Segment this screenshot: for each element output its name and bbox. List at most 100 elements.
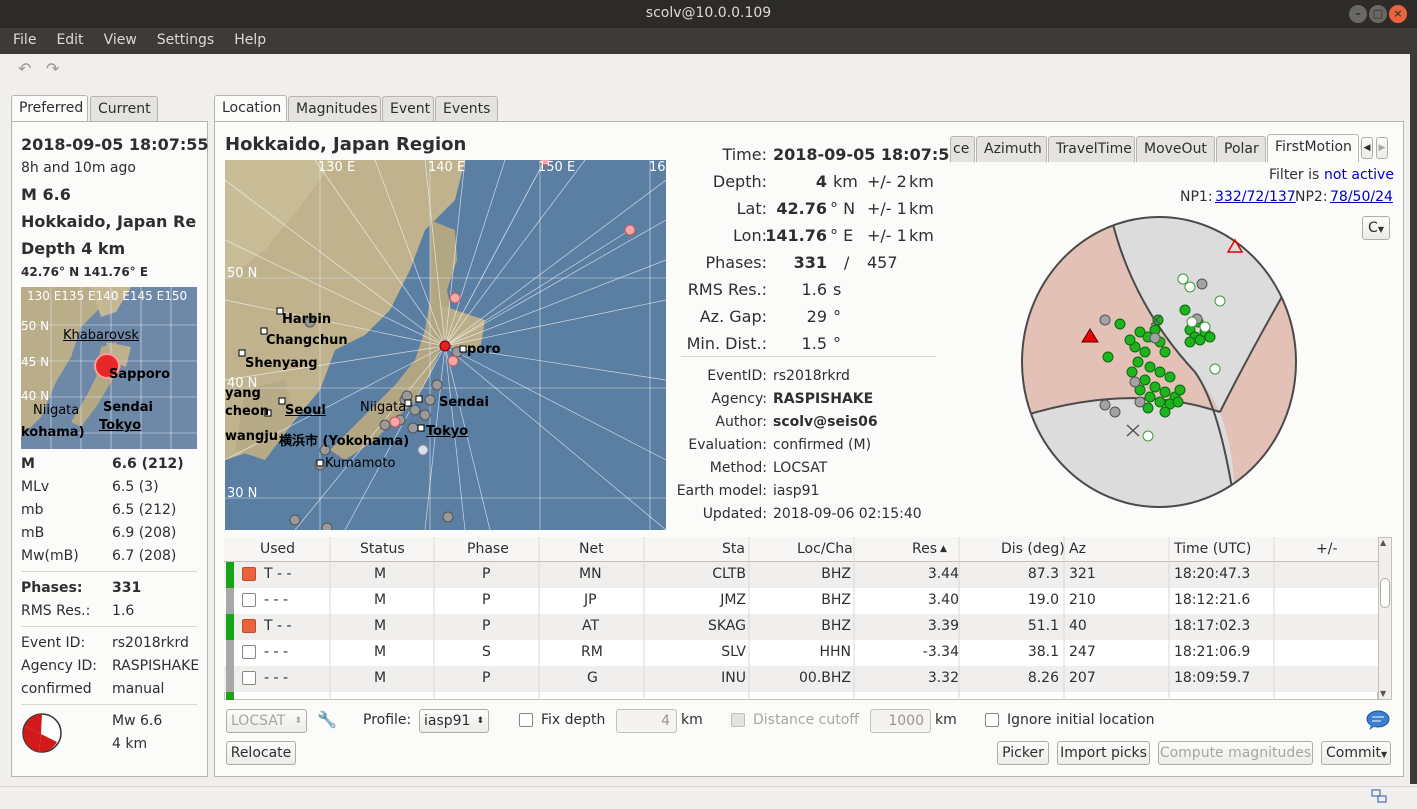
menu-settings[interactable]: Settings [150, 28, 221, 54]
mag-type: MLv [21, 479, 50, 495]
tab-moveout[interactable]: MoveOut [1136, 136, 1215, 162]
tab-traveltime[interactable]: TravelTime [1048, 136, 1135, 162]
relocate-button[interactable]: Relocate [226, 741, 296, 765]
summary-depth: Depth 4 km [21, 239, 126, 258]
tab-current[interactable]: Current [90, 96, 158, 122]
mag-value: 6.7 (208) [112, 548, 177, 564]
mag-value: 6.5 (3) [112, 479, 159, 495]
mini-map-lat45: 45 N [21, 355, 50, 369]
menu-view[interactable]: View [97, 28, 144, 54]
undo-icon[interactable]: ↶ [18, 59, 31, 78]
first-motion-plot[interactable] [1020, 212, 1300, 512]
status-bar [0, 786, 1417, 809]
fix-depth-checkbox[interactable] [519, 713, 533, 727]
summary-ago: 8h and 10m ago [21, 160, 136, 176]
fix-depth-unit: km [681, 712, 703, 728]
author-label: Author: [715, 414, 767, 430]
earth-model-label: Earth model: [676, 483, 767, 499]
ignore-location-checkbox[interactable] [985, 713, 999, 727]
import-picks-button[interactable]: Import picks [1057, 741, 1150, 765]
profile-select[interactable]: iasp91 ⬍ [419, 709, 489, 733]
tab-magnitudes[interactable]: Magnitudes [288, 96, 381, 122]
agency-value: RASPISHAKE [773, 391, 874, 407]
city-label: Harbin [282, 312, 332, 327]
distance-cutoff-input[interactable]: 1000 [870, 709, 931, 733]
city-label: Sendai [439, 395, 489, 410]
maximize-icon[interactable]: □ [1369, 5, 1387, 23]
np2-label: NP2: [1295, 189, 1328, 205]
rms-label: RMS Res.: [687, 280, 767, 299]
title-bar: scolv@10.0.0.109 [0, 0, 1417, 28]
commit-button[interactable]: Commit▼ [1321, 741, 1391, 765]
event-id-value: rs2018rkrd [112, 635, 189, 651]
table-scrollbar[interactable] [1378, 537, 1392, 700]
np2-link[interactable]: 78/50/24 [1330, 189, 1393, 205]
tab-events[interactable]: Events [435, 96, 498, 122]
mw-value: Mw 6.6 [112, 713, 163, 729]
tab-plot-ce[interactable]: ce [950, 136, 975, 162]
mini-map-sendai: Sendai [103, 400, 153, 415]
status-value: confirmed [21, 681, 92, 697]
mini-map-kohama: kohama) [21, 425, 85, 440]
tab-preferred[interactable]: Preferred [11, 95, 88, 121]
tab-location[interactable]: Location [214, 95, 287, 121]
chat-icon[interactable] [1366, 710, 1390, 730]
divider [21, 571, 197, 572]
agency-value: RASPISHAKE [112, 658, 200, 674]
scroll-up-icon[interactable]: ▲ [1380, 538, 1386, 547]
spin-icon: ⬍ [294, 716, 302, 726]
mini-map-lon-labels: 130 E135 E140 E145 E150 [27, 289, 188, 303]
mag-type: Mw(mB) [21, 548, 79, 564]
location-map[interactable]: 130 E 140 E 150 E 16 50 N 40 N 30 N Harb… [225, 160, 666, 530]
distance-cutoff-checkbox[interactable] [731, 713, 745, 727]
min-dist-label: Min. Dist.: [686, 334, 767, 353]
compute-magnitudes-button[interactable]: Compute magnitudes [1158, 741, 1313, 765]
summary-region: Hokkaido, Japan Reg [21, 212, 196, 231]
tab-polar[interactable]: Polar [1216, 136, 1266, 162]
mw-depth: 4 km [112, 736, 148, 752]
mode-value: manual [112, 681, 165, 697]
tab-firstmotion[interactable]: FirstMotion [1267, 134, 1359, 162]
mini-map-khabarovsk: Khabarovsk [63, 328, 139, 343]
c-dropdown-button[interactable]: C▼ [1362, 216, 1390, 240]
rms-value: 1.6 [112, 603, 135, 619]
divider [21, 626, 197, 627]
fix-depth-input[interactable]: 4 [616, 709, 677, 733]
tab-event[interactable]: Event [382, 96, 434, 122]
tab-scroll-left-icon[interactable]: ◀ [1361, 137, 1373, 159]
locator-select[interactable]: LOCSAT ⬍ [226, 709, 307, 733]
lat-unit: ° N [830, 199, 856, 218]
mini-map-lat50: 50 N [21, 319, 50, 333]
mag-value: 6.9 (208) [112, 525, 177, 541]
tab-azimuth[interactable]: Azimuth [976, 136, 1047, 162]
mini-map[interactable]: 130 E135 E140 E145 E150 50 N 45 N 40 N K… [21, 287, 197, 449]
locator-value: LOCSAT [231, 713, 286, 729]
scrollbar-thumb[interactable] [1380, 578, 1390, 608]
np1-link[interactable]: 332/72/137 [1215, 189, 1296, 205]
redo-icon[interactable]: ↷ [46, 59, 59, 78]
beachball-icon [22, 713, 62, 753]
wrench-icon[interactable]: 🔧 [317, 710, 337, 729]
map-lon-label: 150 E [538, 160, 576, 175]
city-label: Shenyang [245, 356, 318, 371]
close-icon[interactable]: × [1389, 5, 1407, 23]
depth-error-unit: km [909, 172, 934, 191]
commit-label: Commit [1326, 745, 1381, 761]
scroll-down-icon[interactable]: ▼ [1380, 689, 1386, 698]
mag-type: mb [21, 502, 44, 518]
np1-label: NP1: [1180, 189, 1213, 205]
city-label: poro [467, 342, 501, 357]
divider [21, 704, 197, 705]
menu-file[interactable]: File [6, 28, 43, 54]
menu-help[interactable]: Help [227, 28, 273, 54]
phases-value: 331 [112, 580, 142, 596]
city-label: wangju [225, 429, 279, 444]
phases-used: 331 [793, 253, 827, 272]
minimize-icon[interactable]: – [1349, 5, 1367, 23]
tab-scroll-right-icon[interactable]: ▶ [1376, 137, 1388, 159]
phases-label: Phases: [21, 580, 83, 596]
spin-icon: ⬍ [476, 716, 484, 726]
eventid-label: EventID: [707, 368, 767, 384]
menu-edit[interactable]: Edit [49, 28, 90, 54]
picker-button[interactable]: Picker [997, 741, 1049, 765]
